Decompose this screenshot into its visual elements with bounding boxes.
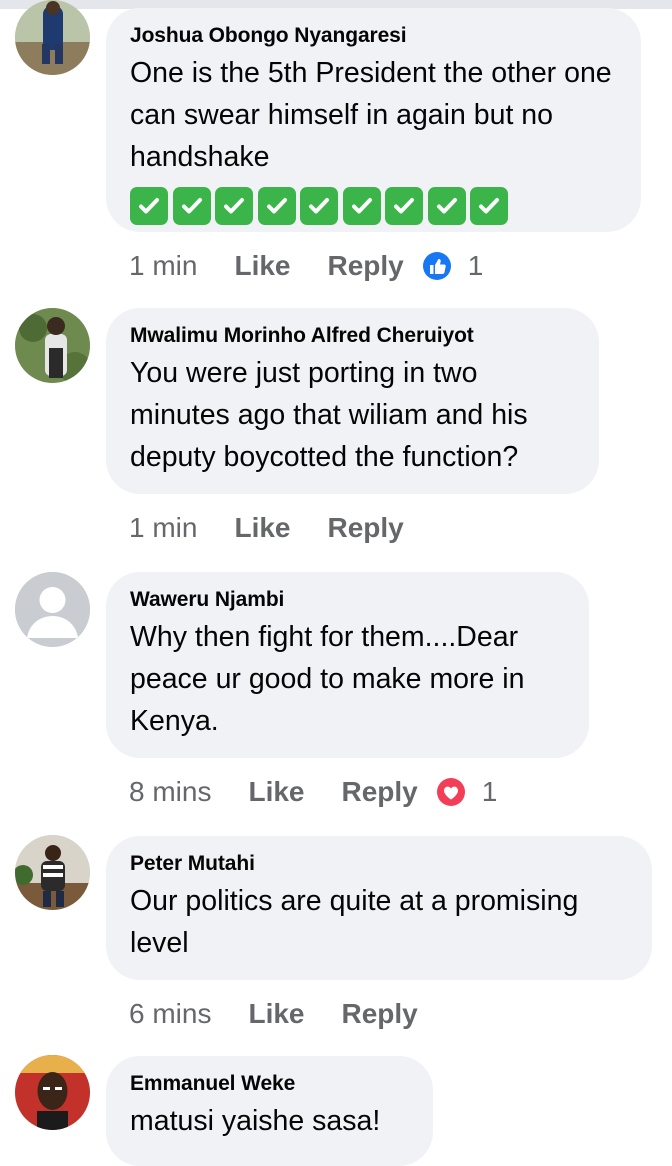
- comment-text: Why then fight for them....Dear peace ur…: [130, 621, 525, 737]
- avatar[interactable]: [15, 0, 90, 75]
- comment-time[interactable]: 6 mins: [129, 998, 211, 1030]
- reaction-count: 1: [481, 776, 498, 807]
- comment-author[interactable]: Peter Mutahi: [130, 850, 628, 878]
- comment-bubble: Mwalimu Morinho Alfred Cheruiyot You wer…: [106, 308, 599, 494]
- check-mark-icon: [300, 187, 338, 225]
- avatar[interactable]: [15, 308, 90, 383]
- comment-author[interactable]: Mwalimu Morinho Alfred Cheruiyot: [130, 322, 575, 350]
- check-mark-icon: [385, 187, 423, 225]
- reaction-summary[interactable]: 1: [436, 776, 498, 808]
- like-button[interactable]: Like: [234, 512, 290, 544]
- reply-button[interactable]: Reply: [342, 776, 418, 808]
- comment-time[interactable]: 8 mins: [129, 776, 211, 808]
- comment-actions: 1 min Like Reply 1: [129, 246, 483, 286]
- check-mark-icon: [342, 187, 381, 225]
- comment-author[interactable]: Joshua Obongo Nyangaresi: [130, 22, 617, 50]
- comment-bubble: Waweru Njambi Why then fight for them...…: [106, 572, 589, 758]
- avatar[interactable]: [15, 1055, 90, 1130]
- comment-bubble: Emmanuel Weke matusi yaishe sasa!: [106, 1056, 433, 1166]
- check-mark-icon: [172, 187, 211, 225]
- like-button[interactable]: Like: [234, 250, 290, 282]
- reaction-count: 1: [467, 250, 484, 281]
- reaction-summary[interactable]: 1: [422, 250, 484, 282]
- check-mark-icon: [470, 187, 508, 225]
- check-mark-icon: [130, 187, 168, 225]
- comment-time[interactable]: 1 min: [129, 512, 197, 544]
- default-avatar-icon: [15, 572, 90, 647]
- reply-button[interactable]: Reply: [342, 998, 418, 1030]
- like-button[interactable]: Like: [248, 776, 304, 808]
- like-button[interactable]: Like: [248, 998, 304, 1030]
- check-mark-icon: [257, 187, 296, 225]
- comment-text: One is the 5th President the other one c…: [130, 57, 612, 173]
- comment-actions: 6 mins Like Reply: [129, 994, 418, 1034]
- check-emoji-row: [130, 187, 617, 225]
- avatar[interactable]: [15, 572, 90, 647]
- comment-text: matusi yaishe sasa!: [130, 1105, 381, 1137]
- comment-time[interactable]: 1 min: [129, 250, 197, 282]
- comment-actions: 1 min Like Reply: [129, 508, 404, 548]
- reply-button[interactable]: Reply: [328, 250, 404, 282]
- like-reaction-icon: [422, 252, 451, 280]
- comment-text: Our politics are quite at a promising le…: [130, 885, 579, 959]
- comment-bubble: Peter Mutahi Our politics are quite at a…: [106, 836, 652, 980]
- comment-author[interactable]: Waweru Njambi: [130, 586, 565, 614]
- love-reaction-icon: [436, 778, 465, 806]
- comment-text: You were just porting in two minutes ago…: [130, 357, 528, 473]
- reply-button[interactable]: Reply: [328, 512, 404, 544]
- comment-bubble: Joshua Obongo Nyangaresi One is the 5th …: [106, 8, 641, 232]
- check-mark-icon: [215, 187, 253, 225]
- comment-author[interactable]: Emmanuel Weke: [130, 1070, 409, 1098]
- check-mark-icon: [427, 187, 466, 225]
- avatar[interactable]: [15, 835, 90, 910]
- comment-actions: 8 mins Like Reply 1: [129, 772, 497, 812]
